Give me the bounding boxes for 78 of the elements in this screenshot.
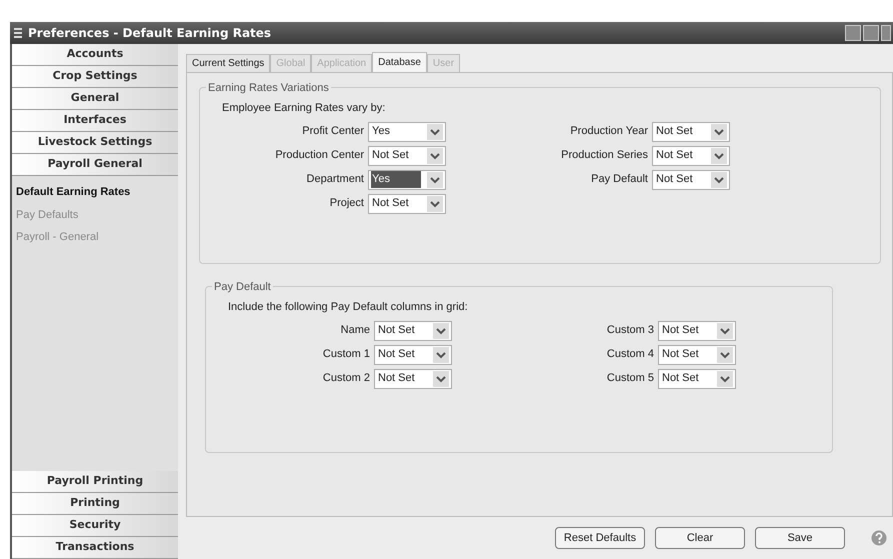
chevron-down-icon: [427, 124, 443, 140]
group-title: Pay Default: [212, 279, 273, 296]
field-label: Production Center: [274, 148, 364, 164]
dropdown-value: Not Set: [371, 148, 410, 164]
dropdown[interactable]: Not Set: [368, 146, 446, 166]
chevron-down-icon: [711, 148, 727, 164]
dropdown-value: Yes: [371, 171, 421, 188]
chevron-down-icon: [711, 124, 727, 140]
dropdown[interactable]: Not Set: [658, 344, 736, 364]
sidebar-section-button[interactable]: Livestock Settings: [12, 132, 178, 154]
minimize-button[interactable]: [845, 25, 861, 41]
field-label: Custom 5: [606, 371, 654, 386]
dropdown-value: Not Set: [655, 148, 694, 164]
dropdown[interactable]: Not Set: [374, 344, 452, 364]
field-label: Custom 1: [322, 347, 370, 362]
dropdown-value: Not Set: [661, 323, 700, 338]
dropdown-value: Not Set: [377, 371, 416, 386]
window-title: Preferences - Default Earning Rates: [28, 25, 272, 42]
dropdown[interactable]: Not Set: [658, 368, 736, 388]
field-label: Profit Center: [301, 124, 364, 140]
dropdown-value: Not Set: [655, 172, 694, 188]
tab[interactable]: Database: [372, 52, 427, 72]
chevron-down-icon: [717, 346, 733, 362]
dropdown-value: Not Set: [661, 371, 700, 386]
dropdown[interactable]: Not Set: [652, 170, 730, 190]
dropdown-value: Not Set: [377, 323, 416, 338]
sidebar-section-button[interactable]: Interfaces: [12, 110, 178, 132]
field-label: Name: [340, 323, 370, 338]
sidebar-section-button[interactable]: Printing: [12, 493, 178, 515]
sidebar-section-button[interactable]: Transactions: [12, 537, 178, 559]
maximize-button[interactable]: [863, 25, 879, 41]
dropdown-value: Not Set: [655, 124, 694, 140]
action-button[interactable]: Clear: [655, 527, 745, 549]
dropdown-value: Not Set: [371, 196, 410, 212]
sidebar-section-button[interactable]: Accounts: [12, 44, 178, 66]
chevron-down-icon: [711, 172, 727, 188]
chevron-down-icon: [427, 196, 443, 212]
dropdown-value: Not Set: [377, 347, 416, 362]
chevron-down-icon: [433, 322, 449, 338]
chevron-down-icon: [433, 370, 449, 386]
sidebar-section-button[interactable]: Crop Settings: [12, 66, 178, 88]
dropdown[interactable]: Not Set: [652, 122, 730, 142]
chevron-down-icon: [433, 346, 449, 362]
group-intro: Employee Earning Rates vary by:: [222, 101, 386, 116]
field-label: Production Year: [569, 124, 648, 140]
dropdown[interactable]: Yes: [368, 170, 446, 190]
group-title: Earning Rates Variations: [206, 80, 331, 96]
chevron-down-icon: [427, 148, 443, 164]
field-label: Custom 3: [606, 323, 654, 338]
field-label: Department: [306, 172, 364, 188]
sidebar-section-button[interactable]: Security: [12, 515, 178, 537]
field-label: Pay Default: [590, 172, 648, 188]
dropdown-value: Yes: [371, 124, 391, 140]
dropdown[interactable]: Not Set: [374, 320, 452, 340]
chevron-down-icon: [717, 322, 733, 338]
dropdown[interactable]: Not Set: [658, 320, 736, 340]
chevron-down-icon: [717, 370, 733, 386]
action-button[interactable]: Save: [755, 527, 845, 549]
dropdown[interactable]: Not Set: [374, 368, 452, 388]
dropdown[interactable]: Yes: [368, 122, 446, 142]
sidebar-section-button[interactable]: Payroll Printing: [12, 471, 178, 493]
sidebar-section-button[interactable]: Payroll General: [12, 154, 178, 176]
action-button[interactable]: Reset Defaults: [555, 527, 645, 549]
dropdown[interactable]: Not Set: [652, 146, 730, 166]
dropdown-value: Not Set: [661, 347, 700, 362]
dropdown[interactable]: Not Set: [368, 194, 446, 214]
group-intro: Include the following Pay Default columns in grid:: [228, 300, 468, 315]
tab[interactable]: Current Settings: [186, 54, 270, 72]
sidebar-section-button[interactable]: General: [12, 88, 178, 110]
field-label: Custom 2: [322, 371, 370, 386]
sidebar-item[interactable]: Default Earning Rates: [16, 184, 130, 200]
field-label: Custom 4: [606, 347, 654, 362]
field-label: Production Series: [560, 148, 648, 164]
menu-icon[interactable]: [14, 27, 22, 39]
help-icon[interactable]: [871, 530, 887, 546]
chevron-down-icon: [427, 172, 443, 188]
field-label: Project: [328, 196, 364, 212]
close-button[interactable]: [881, 25, 891, 41]
